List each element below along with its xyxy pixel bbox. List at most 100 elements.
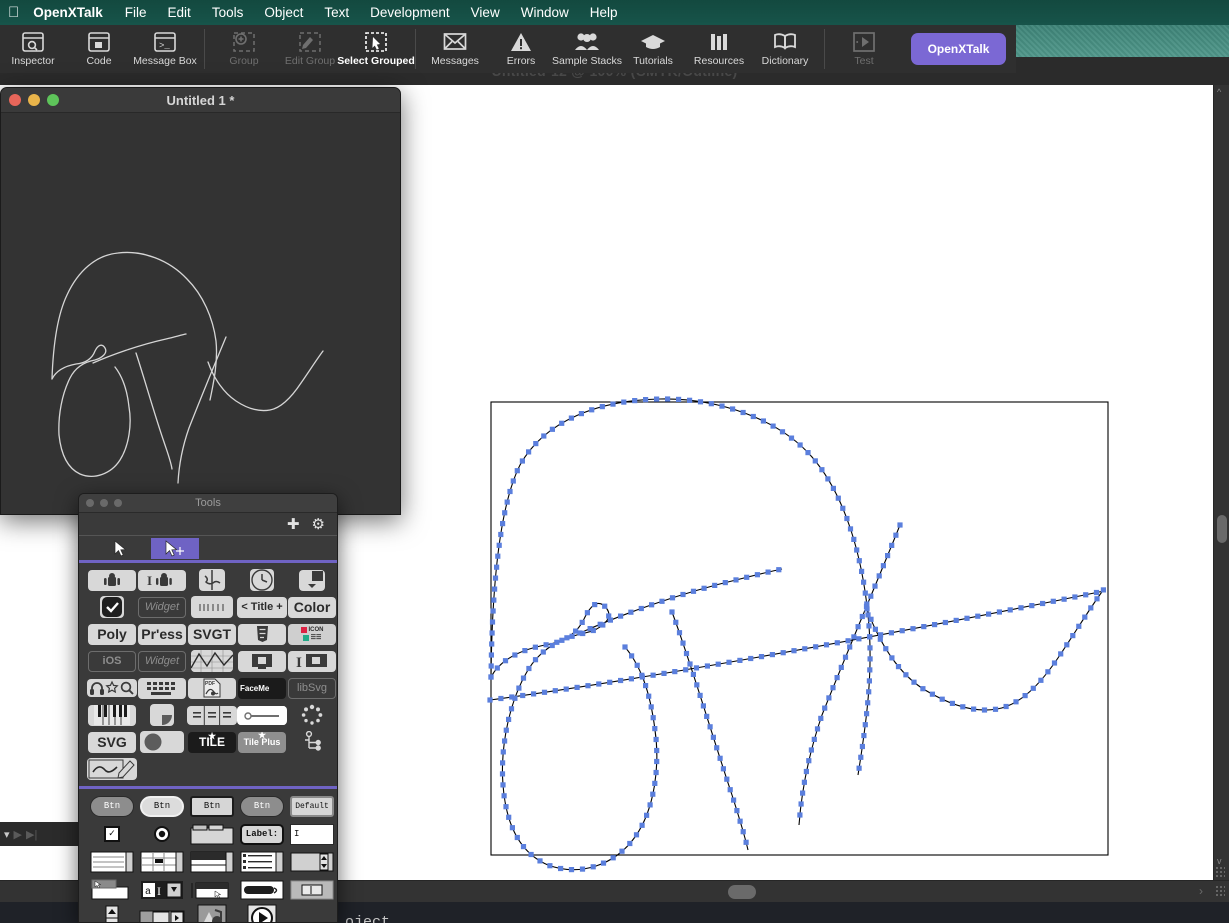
transport-controls[interactable]: ▾ ▶ ▶| (0, 822, 80, 846)
text-entry-field-icon[interactable]: I (290, 823, 334, 845)
oval-button-icon[interactable]: Btn (240, 795, 284, 817)
vertical-scroll-thumb[interactable] (1217, 515, 1227, 543)
toolbar-item-group[interactable]: Group (211, 25, 277, 73)
widget-cell[interactable]: ICON ☰☰ (287, 623, 337, 645)
color-swatch-icon[interactable]: Color (288, 596, 336, 618)
headphone-star-search-icon[interactable] (87, 679, 137, 697)
widget-cell[interactable]: I (287, 650, 337, 672)
data-grid-icon[interactable] (240, 851, 284, 873)
tools-palette-tabs[interactable] (79, 536, 337, 563)
sketch-drawing[interactable] (1, 113, 401, 515)
stepper-field-icon[interactable] (290, 852, 334, 872)
rounded-button-icon[interactable]: Btn (90, 795, 134, 817)
toolbar-item-test[interactable]: Test (831, 25, 897, 73)
widget-cell[interactable]: Widget (137, 650, 187, 672)
segmented-control-icon[interactable] (187, 705, 237, 725)
field-monitor-icon[interactable]: I (288, 650, 336, 672)
menu-edit[interactable]: Edit (168, 5, 191, 20)
image-area-icon[interactable] (197, 904, 227, 922)
widget-cell[interactable] (137, 704, 187, 726)
chevron-right-icon[interactable]: › (1199, 884, 1203, 898)
close-button[interactable] (86, 499, 94, 507)
widget-cell[interactable] (287, 569, 337, 591)
html5-icon[interactable] (238, 623, 286, 645)
control-cell[interactable] (87, 905, 137, 922)
control-cell[interactable] (187, 879, 237, 901)
chevron-down-icon[interactable]: ▾ (4, 828, 10, 841)
widget-cell[interactable] (137, 731, 187, 753)
control-cell[interactable] (237, 879, 287, 901)
clock-icon[interactable] (250, 569, 274, 591)
plus-icon[interactable]: ✚ (287, 517, 300, 532)
widget-cell[interactable]: < Title + (237, 596, 287, 618)
widget-grid[interactable]: I Widget < Title + Color Poly Pr'ess SVG… (79, 563, 337, 780)
widget-cell[interactable] (187, 650, 237, 672)
widget-cell[interactable]: iOS (87, 650, 137, 672)
widget-cell[interactable] (237, 569, 287, 591)
toolbar-item-resources[interactable]: Resources (686, 25, 752, 73)
spinner-dots-icon[interactable] (300, 704, 324, 726)
polygon-icon[interactable]: Poly (88, 623, 136, 645)
globe-icon[interactable] (199, 569, 225, 591)
widget-cell[interactable] (287, 704, 337, 726)
widget-cell[interactable] (187, 569, 237, 591)
control-cell[interactable] (287, 879, 337, 901)
widget-cell[interactable] (87, 569, 137, 591)
toggle-switch-icon[interactable] (140, 731, 184, 753)
tools-palette[interactable]: Tools ✚ ⚙ I Widget < Title + Color Poly … (78, 493, 338, 923)
checkbox-icon[interactable] (100, 596, 124, 618)
radio-button-icon[interactable] (153, 825, 171, 843)
android-robot-icon[interactable] (88, 569, 136, 591)
tile-icon[interactable]: ★ TILE (188, 731, 236, 753)
control-cell[interactable] (87, 851, 137, 873)
piano-keys-icon[interactable] (88, 704, 136, 726)
widget-cell[interactable]: PDF (187, 677, 237, 699)
resize-grip-icon[interactable] (1215, 866, 1225, 878)
widget-cell[interactable] (187, 704, 237, 726)
press-icon[interactable]: Pr'ess (138, 623, 186, 645)
vertical-scrollbar-icon[interactable] (102, 905, 122, 922)
menu-text[interactable]: Text (324, 5, 349, 20)
canvas-vertical-scrollbar[interactable]: ^ v (1213, 85, 1229, 880)
combo-box-icon[interactable]: aI (140, 880, 184, 900)
control-cell[interactable] (187, 851, 237, 873)
widget-cell[interactable] (287, 731, 337, 753)
android-field-icon[interactable]: I (138, 569, 186, 591)
tab-panel-icon[interactable] (190, 824, 234, 845)
minimize-button[interactable] (100, 499, 108, 507)
menubar-app-name[interactable]: OpenXTalk (33, 5, 103, 20)
tree-node-icon[interactable] (301, 731, 323, 753)
toolbar-item-dictionary[interactable]: Dictionary (752, 25, 818, 73)
widget-cell[interactable]: FaceMe (237, 677, 287, 699)
sketch-canvas[interactable] (1, 113, 401, 515)
menu-view[interactable]: View (471, 5, 500, 20)
control-cell[interactable] (137, 851, 187, 873)
widget-cell[interactable] (237, 704, 287, 726)
control-cell[interactable]: I (287, 823, 337, 845)
app-toolbar[interactable]: Inspector Code >_ Message Box Group Edit… (0, 25, 1016, 73)
widget-cell[interactable] (237, 623, 287, 645)
widget-cell[interactable] (237, 650, 287, 672)
control-cell[interactable] (187, 823, 237, 845)
menu-tools[interactable]: Tools (212, 5, 244, 20)
menubar[interactable]:  OpenXTalk File Edit Tools Object Text … (0, 0, 1229, 25)
toolbar-item-select-grouped[interactable]: Select Grouped (337, 25, 415, 73)
player-icon[interactable] (247, 904, 277, 922)
table-field-icon[interactable] (140, 851, 184, 873)
openxtalk-cta-button[interactable]: OpenXTalk (911, 33, 1006, 65)
gear-icon[interactable]: ⚙ (312, 517, 325, 532)
keyboard-icon[interactable] (138, 677, 186, 699)
menu-window[interactable]: Window (521, 5, 569, 20)
widget-placeholder-icon[interactable]: Widget (138, 650, 186, 672)
widget-cell[interactable] (137, 677, 187, 699)
toolbar-item-code[interactable]: Code (66, 25, 132, 73)
widget-cell[interactable]: libSvg (287, 677, 337, 699)
toolbar-item-tutorials[interactable]: Tutorials (620, 25, 686, 73)
control-cell[interactable] (137, 907, 187, 922)
play-icon[interactable]: ▶ (14, 828, 22, 841)
monitor-icon[interactable] (238, 650, 286, 672)
menu-help[interactable]: Help (590, 5, 618, 20)
widget-cell[interactable]: Widget (137, 596, 187, 618)
tools-palette-titlebar[interactable]: Tools (79, 494, 337, 513)
line-chart-icon[interactable] (191, 650, 233, 672)
